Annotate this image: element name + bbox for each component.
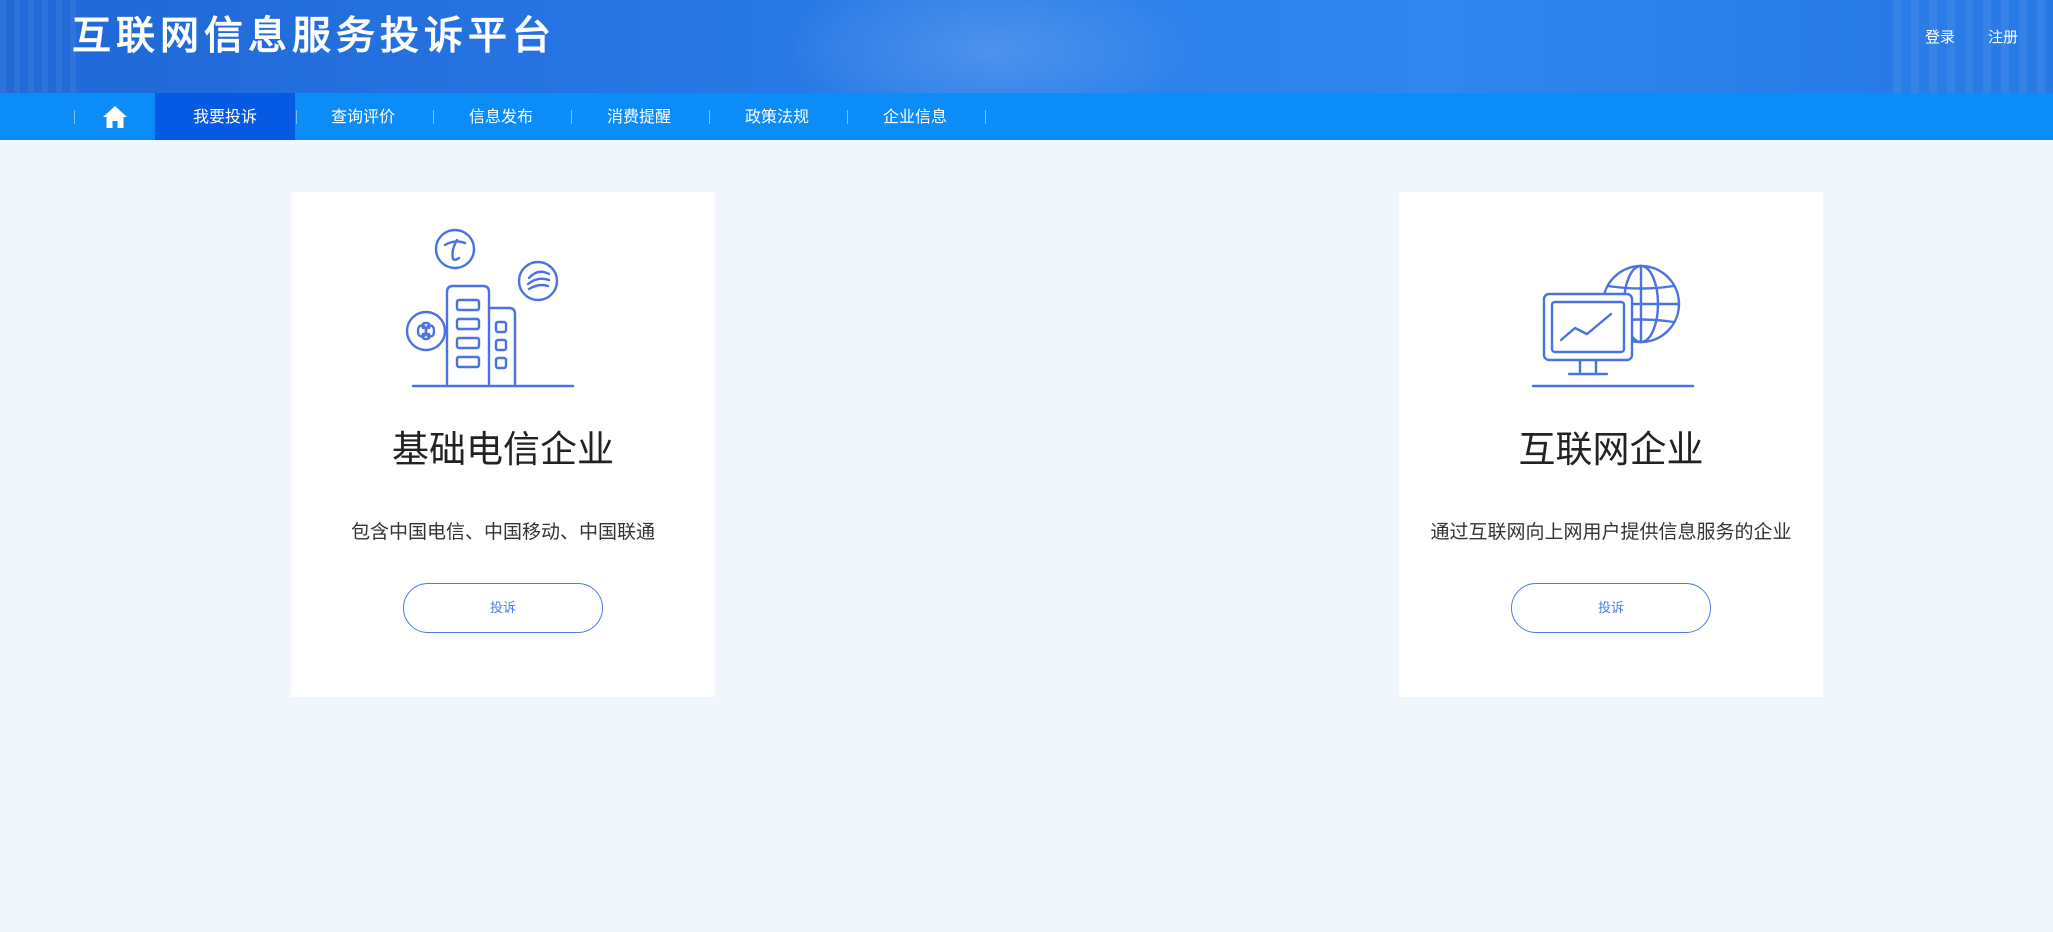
monitor-globe-icon (1531, 264, 1695, 388)
nav-home[interactable] (98, 93, 132, 140)
header-decoration-wave (780, 0, 1200, 93)
nav-item-enterprise-info[interactable]: 企业信息 (852, 93, 978, 140)
nav-separator (433, 110, 434, 124)
header-decoration-left (0, 0, 80, 93)
nav-separator (985, 110, 986, 124)
internet-enterprise-card: 互联网企业 通过互联网向上网用户提供信息服务的企业 投诉 (1399, 192, 1823, 697)
card-title: 基础电信企业 (392, 428, 614, 471)
site-title: 互联网信息服务投诉平台 (72, 14, 557, 59)
header-decoration-right (1893, 0, 2053, 93)
nav-separator (74, 110, 75, 124)
nav-separator (847, 110, 848, 124)
home-icon (103, 105, 127, 128)
telecom-enterprise-card: 基础电信企业 包含中国电信、中国移动、中国联通 投诉 (291, 192, 715, 697)
complain-button[interactable]: 投诉 (403, 583, 603, 633)
site-header: 互联网信息服务投诉平台 登录 注册 (0, 0, 2053, 93)
telecom-buildings-icon (405, 228, 575, 388)
nav-item-query-review[interactable]: 查询评价 (300, 93, 426, 140)
main-nav: 我要投诉 查询评价 信息发布 消费提醒 政策法规 企业信息 (0, 93, 2053, 140)
nav-separator (709, 110, 710, 124)
nav-separator (571, 110, 572, 124)
card-description: 包含中国电信、中国移动、中国联通 (350, 521, 655, 543)
card-description: 通过互联网向上网用户提供信息服务的企业 (1430, 521, 1792, 543)
complain-button[interactable]: 投诉 (1511, 583, 1711, 633)
card-title: 互联网企业 (1518, 428, 1704, 471)
register-link[interactable]: 注册 (1988, 26, 2018, 47)
nav-item-consumer-alert[interactable]: 消费提醒 (576, 93, 702, 140)
nav-separator (296, 110, 297, 124)
nav-item-info-release[interactable]: 信息发布 (438, 93, 564, 140)
nav-item-policy[interactable]: 政策法规 (714, 93, 840, 140)
login-link[interactable]: 登录 (1925, 26, 1955, 47)
nav-item-complaint[interactable]: 我要投诉 (155, 93, 295, 140)
